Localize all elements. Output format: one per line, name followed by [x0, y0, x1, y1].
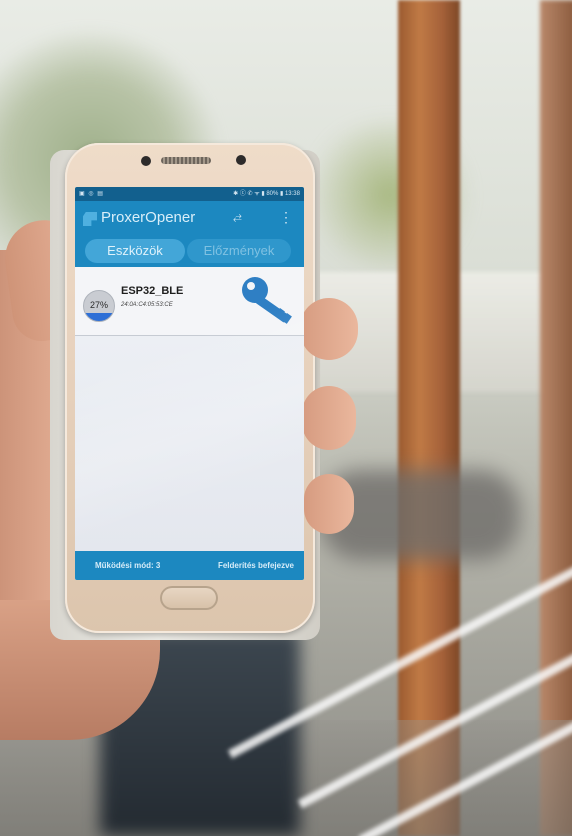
- status-notification-icons: ▣ ◎ ▤: [79, 191, 104, 197]
- battery-percent: 27%: [89, 300, 108, 310]
- device-list-empty-area: [75, 336, 304, 551]
- earpiece-speaker: [161, 157, 211, 164]
- key-icon[interactable]: [240, 275, 296, 325]
- overflow-menu-icon[interactable]: ⋮: [279, 209, 293, 226]
- phone-screen: ▣ ◎ ▤ ✱ ⓒ ✆ ᯤ ▮ 80% ▮ 13:38 ProxerOpener…: [75, 187, 304, 580]
- tab-eszkozok[interactable]: Eszközök: [85, 239, 185, 263]
- android-status-bar: ▣ ◎ ▤ ✱ ⓒ ✆ ᯤ ▮ 80% ▮ 13:38: [75, 187, 304, 201]
- scan-icon[interactable]: ⥄: [233, 211, 242, 224]
- finger-ring: [304, 474, 354, 534]
- operating-mode-text: Működési mód: 3: [95, 561, 161, 570]
- app-logo-icon: [83, 212, 97, 226]
- wooden-frame-edge: [540, 0, 572, 836]
- finger-index: [300, 298, 358, 360]
- status-footer: Működési mód: 3 Felderítés befejezve: [75, 551, 304, 580]
- device-list-item[interactable]: 27% ESP32_BLE 24:0A:C4:05:53:CE: [75, 267, 304, 336]
- app-bar: ProxerOpener ⥄ ⋮: [75, 201, 304, 237]
- tab-elozmenyek[interactable]: Előzmények: [187, 239, 291, 263]
- home-button[interactable]: [160, 586, 218, 610]
- status-battery-clock: ✱ ⓒ ✆ ᯤ ▮ 80% ▮ 13:38: [233, 191, 300, 197]
- app-title: ProxerOpener: [101, 209, 196, 226]
- discovery-status-text: Felderítés befejezve: [217, 561, 294, 570]
- wooden-pillar: [398, 0, 460, 836]
- device-mac-address: 24:0A:C4:05:53:CE: [121, 302, 173, 308]
- proximity-sensor: [141, 156, 151, 166]
- tab-bar: Eszközök Előzmények: [75, 237, 304, 267]
- finger-middle: [302, 386, 356, 450]
- device-name: ESP32_BLE: [121, 285, 184, 297]
- battery-indicator: 27%: [83, 290, 115, 322]
- front-camera: [236, 155, 246, 165]
